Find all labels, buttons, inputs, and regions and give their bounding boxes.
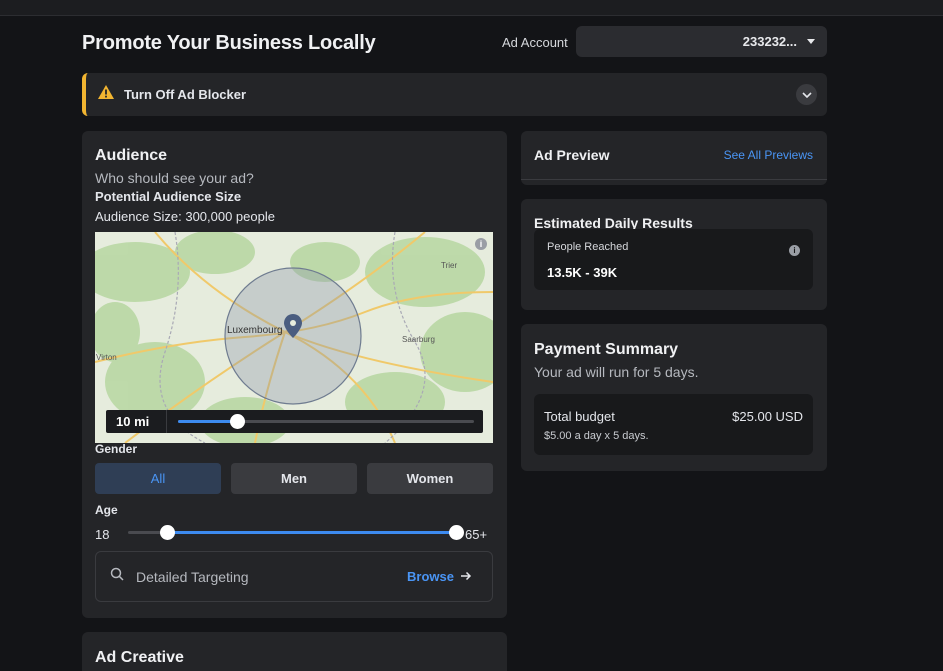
gender-label: Gender (95, 442, 138, 456)
ad-creative-title: Ad Creative (95, 649, 184, 666)
radius-slider-handle[interactable] (230, 414, 246, 429)
gender-men-button[interactable]: Men (231, 463, 357, 494)
people-reached-value: 13.5K - 39K (547, 265, 618, 280)
gender-women-button[interactable]: Women (367, 463, 493, 494)
ad-account-label: Ad Account (502, 35, 568, 50)
radius-label: 10 mi (116, 414, 150, 429)
info-icon[interactable]: i (789, 245, 800, 256)
browse-button[interactable]: Browse (407, 569, 472, 584)
age-max-handle[interactable] (449, 525, 464, 540)
age-max-value: 65+ (465, 527, 488, 542)
gender-all-button[interactable]: All (95, 463, 221, 494)
total-budget-label: Total budget (544, 409, 615, 424)
detailed-targeting-placeholder: Detailed Targeting (136, 568, 249, 585)
potential-audience-label: Potential Audience Size (95, 189, 242, 204)
arrow-right-icon (460, 569, 472, 584)
age-range-fill (167, 531, 456, 534)
map-label-luxembourg: Luxembourg (227, 325, 283, 336)
browser-top-strip (0, 0, 943, 16)
age-min-handle[interactable] (160, 525, 176, 540)
ad-creative-card: Ad Creative (82, 632, 507, 671)
radius-slider[interactable]: 10 mi (106, 410, 483, 433)
search-icon (110, 567, 124, 586)
radius-track-fill (178, 420, 238, 423)
total-budget-box: Total budget $25.00 USD $5.00 a day x 5 … (534, 394, 813, 455)
radius-divider (166, 410, 167, 433)
map-label-saarburg: Saarburg (402, 335, 435, 344)
budget-detail: $5.00 a day x 5 days. (544, 430, 649, 442)
people-reached-box: People Reached 13.5K - 39K i (534, 229, 813, 290)
chevron-down-icon[interactable] (796, 84, 817, 105)
payment-duration-text: Your ad will run for 5 days. (534, 364, 699, 380)
age-label: Age (95, 503, 118, 517)
map-label-virton: Virton (96, 353, 117, 362)
map-label-trier: Trier (441, 261, 458, 270)
ad-preview-title: Ad Preview (534, 147, 610, 163)
browse-label: Browse (407, 569, 454, 584)
audience-subtitle: Who should see your ad? (95, 170, 254, 186)
info-icon[interactable]: i (475, 238, 487, 250)
people-reached-label: People Reached (547, 241, 629, 253)
payment-summary-card: Payment Summary Your ad will run for 5 d… (521, 324, 827, 471)
estimated-results-card: Estimated Daily Results People Reached 1… (521, 199, 827, 310)
audience-card: Audience Who should see your ad? Potenti… (82, 131, 507, 618)
caret-down-icon (807, 39, 815, 44)
see-all-previews-link[interactable]: See All Previews (724, 148, 813, 162)
ad-account-value: 233232... (742, 34, 797, 49)
detailed-targeting-field[interactable]: Detailed Targeting Browse (95, 551, 493, 602)
age-min-value: 18 (95, 527, 110, 542)
age-range-slider[interactable] (128, 525, 464, 540)
audience-size-text: Audience Size: 300,000 people (95, 209, 275, 224)
audience-title: Audience (95, 147, 168, 164)
divider (521, 179, 827, 180)
ad-preview-card: Ad Preview See All Previews (521, 131, 827, 185)
alert-text: Turn Off Ad Blocker (124, 87, 247, 102)
payment-summary-title: Payment Summary (534, 341, 679, 358)
ad-account-select[interactable]: 233232... (576, 26, 827, 57)
radius-track[interactable] (178, 414, 474, 429)
page-title: Promote Your Business Locally (82, 32, 376, 54)
warning-icon (97, 84, 115, 105)
ad-blocker-alert: Turn Off Ad Blocker (82, 73, 827, 116)
total-budget-value: $25.00 USD (732, 409, 803, 424)
